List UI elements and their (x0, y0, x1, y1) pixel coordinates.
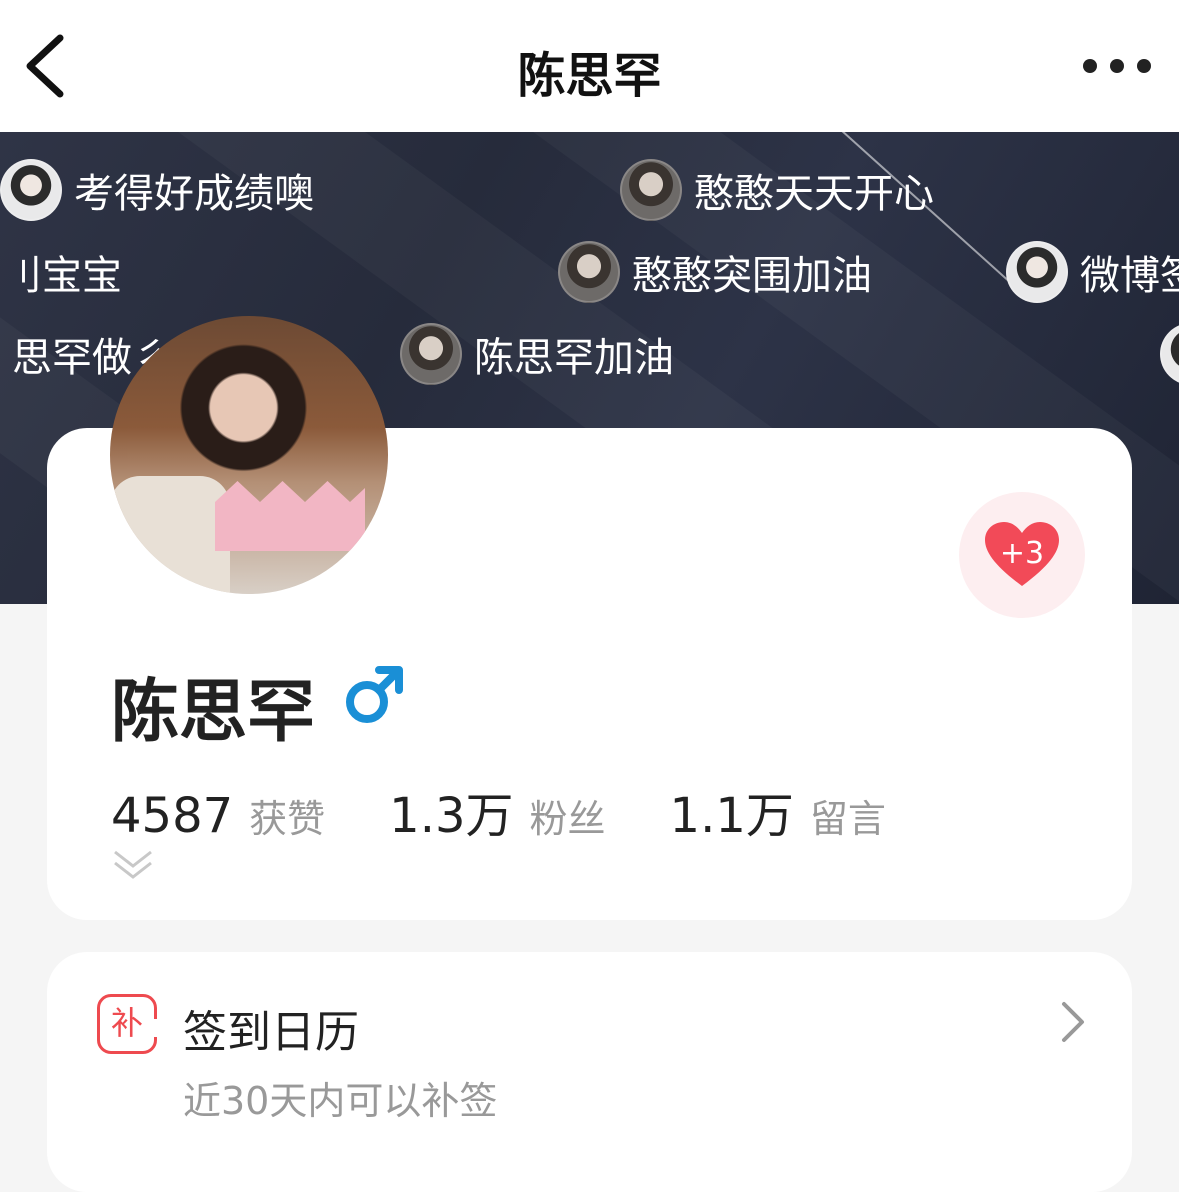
user-avatar (0, 159, 62, 221)
danmaku-item[interactable]: 刂宝宝 (0, 240, 122, 304)
page-title: 陈思罕 (517, 48, 662, 104)
danmaku-item[interactable]: 憨憨突围加油 (558, 240, 872, 304)
user-avatar (1160, 323, 1179, 385)
top-nav-bar: 陈思罕 (0, 0, 1179, 132)
makeup-checkin-icon: 补 (97, 994, 158, 1054)
danmaku-item[interactable]: 憨憨天天开心 (620, 158, 934, 222)
user-avatar (400, 323, 462, 385)
double-chevron-down-icon[interactable] (113, 848, 153, 882)
user-avatar (558, 241, 620, 303)
profile-stats: 4587 获赞 1.3万 粉丝 1.1万 留言 (111, 776, 950, 846)
stat-value: 4587 (111, 788, 234, 844)
dot-icon (1110, 59, 1124, 73)
more-options-button[interactable] (1077, 44, 1157, 88)
stat-label: 粉丝 (529, 797, 606, 841)
checkin-title: 签到日历 (183, 1007, 359, 1058)
checkin-calendar-card[interactable]: 补 签到日历 近30天内可以补签 (47, 952, 1132, 1192)
stat-likes[interactable]: 4587 获赞 (111, 788, 325, 844)
stat-label: 留言 (809, 797, 886, 841)
profile-name: 陈思罕 (111, 673, 316, 752)
checkin-subtitle: 近30天内可以补签 (183, 1079, 498, 1123)
stat-value: 1.3万 (389, 788, 514, 844)
dot-icon (1083, 59, 1097, 73)
stat-messages[interactable]: 1.1万 留言 (670, 776, 886, 846)
stat-fans[interactable]: 1.3万 粉丝 (389, 776, 605, 846)
danmaku-item[interactable] (1160, 322, 1179, 386)
danmaku-item[interactable]: 陈思罕加油 (400, 322, 674, 386)
danmaku-item[interactable]: 微博签 (1006, 240, 1179, 304)
male-gender-icon (346, 666, 403, 723)
danmaku-item[interactable]: 考得好成绩噢 (0, 158, 314, 222)
profile-avatar[interactable] (110, 316, 388, 594)
heart-count: +3 (999, 536, 1045, 571)
user-avatar (1006, 241, 1068, 303)
user-avatar (620, 159, 682, 221)
stat-value: 1.1万 (669, 788, 794, 844)
heart-support-button[interactable]: +3 (959, 492, 1085, 618)
dot-icon (1137, 59, 1151, 73)
chevron-right-icon (1062, 1002, 1084, 1042)
stat-label: 获赞 (249, 797, 326, 841)
